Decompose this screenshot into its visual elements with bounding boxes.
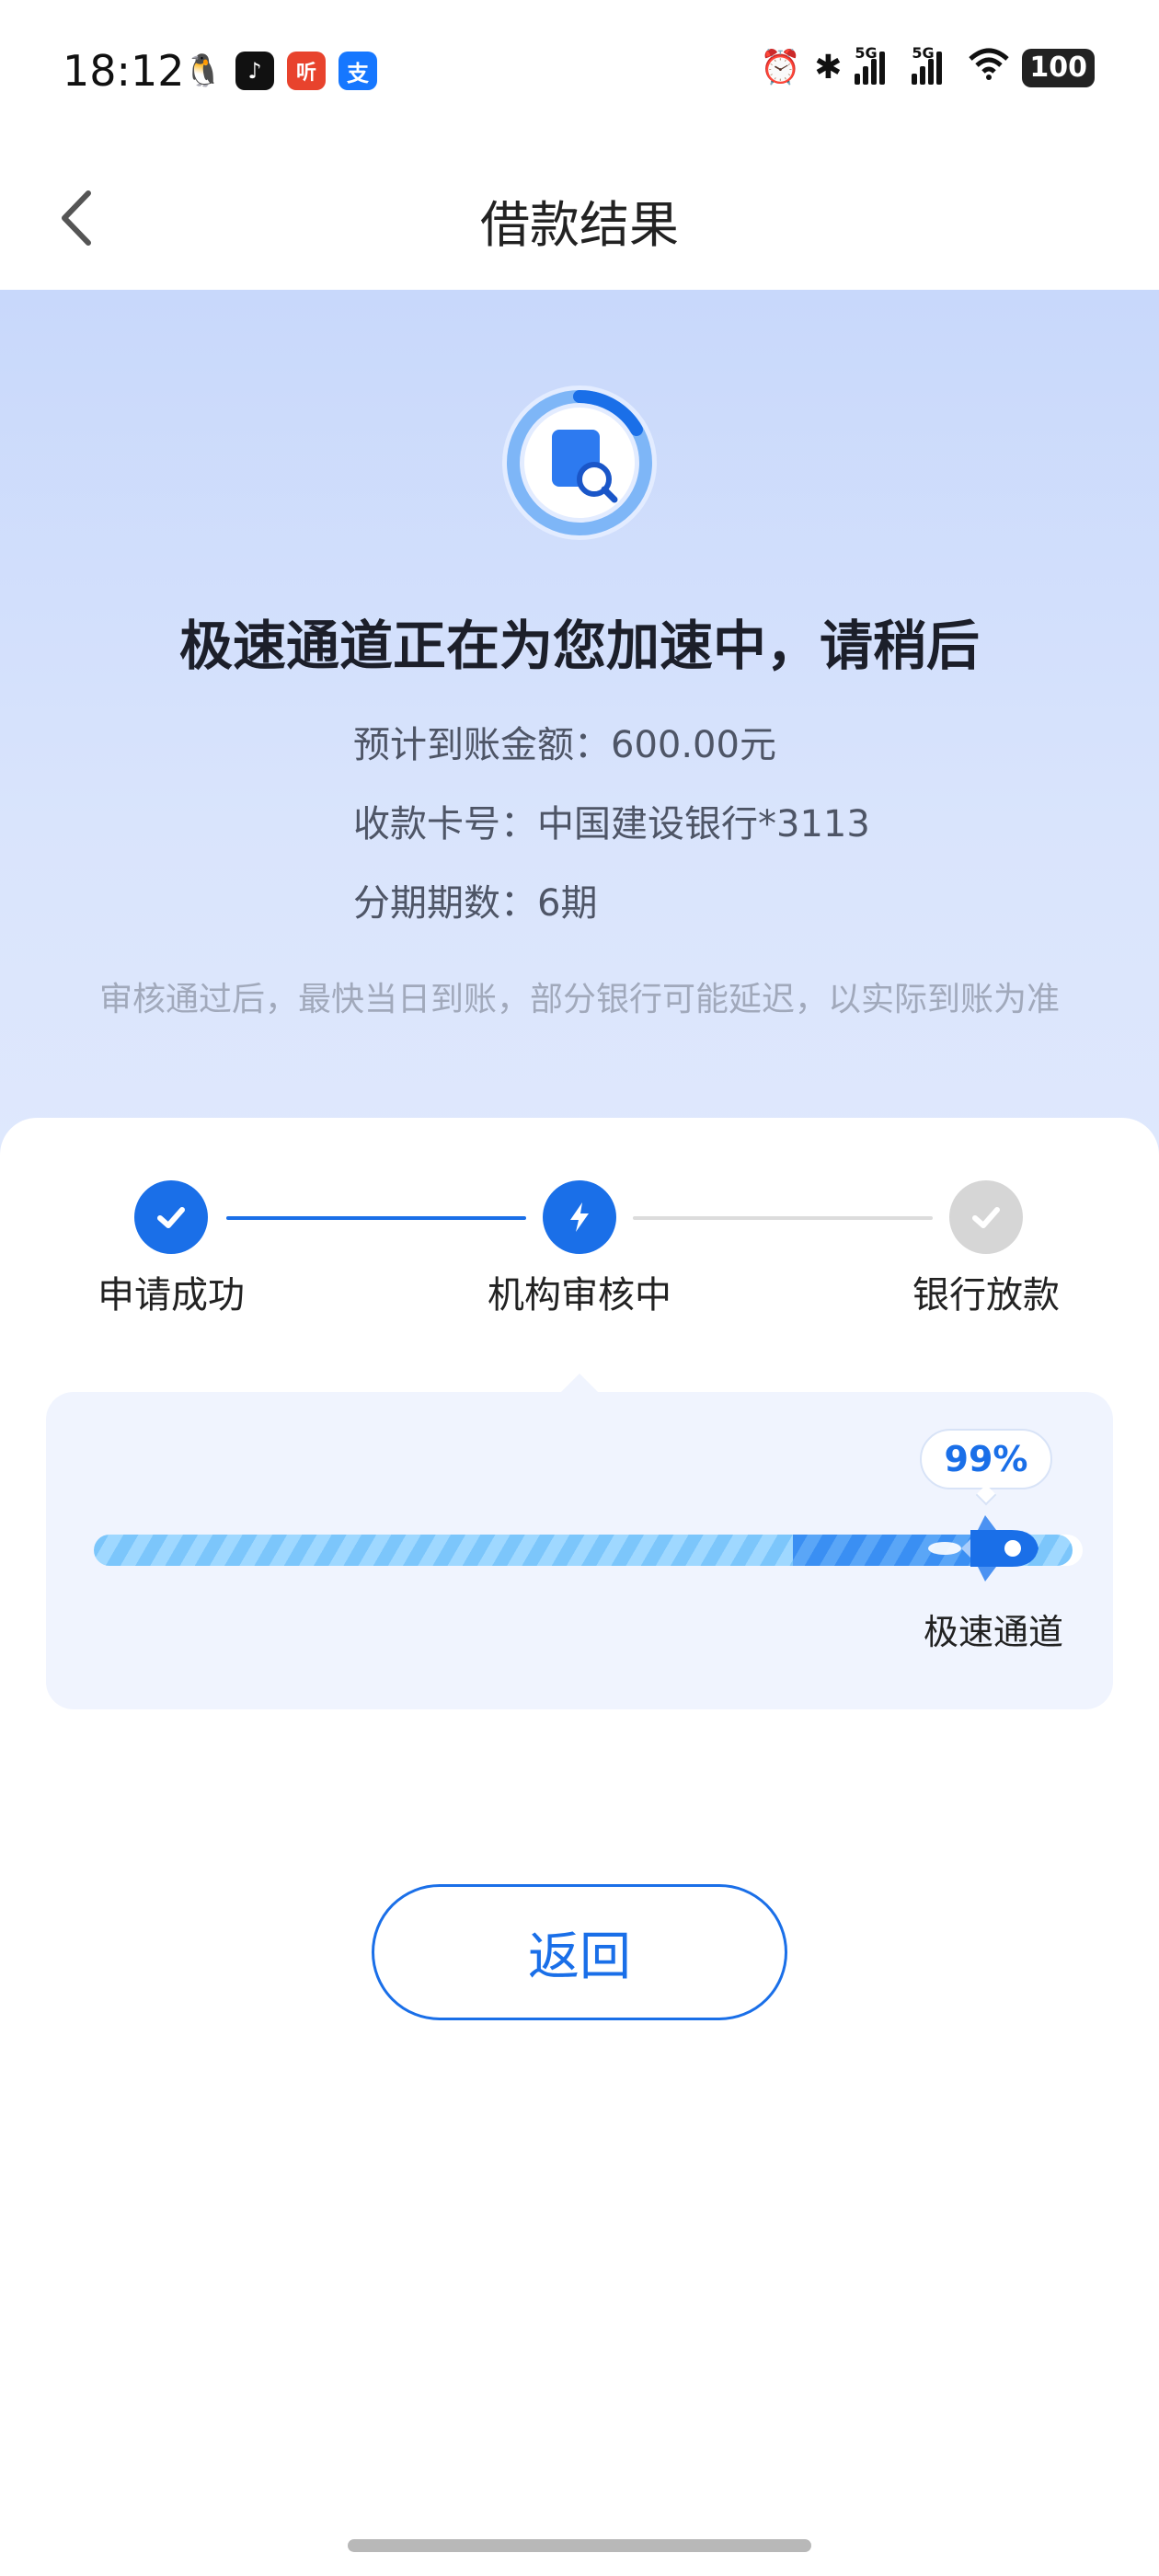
home-indicator[interactable]	[348, 2539, 811, 2552]
page-title: 借款结果	[480, 196, 679, 254]
ting-icon: 听	[287, 52, 326, 90]
signal-icon: 5G	[855, 44, 899, 85]
step-connector	[633, 1216, 933, 1220]
status-bar: 18:12 🐧 ♪ 听 支 ⏰ ✱ 5G 5G 100	[0, 0, 1159, 147]
arrival-note: 审核通过后，最快当日到账，部分银行可能延迟，以实际到账为准	[98, 981, 1060, 1018]
step-done-check-icon	[134, 1180, 208, 1254]
signal-label: 5G	[912, 43, 935, 62]
step-active-lightning-icon	[543, 1180, 616, 1254]
alarm-icon: ⏰	[760, 48, 802, 86]
tiktok-icon: ♪	[235, 52, 274, 90]
progress-panel: 99% 极速通道	[46, 1392, 1113, 1709]
result-hero: 极速通道正在为您加速中，请稍后 预计到账金额：600.00元 收款卡号：中国建设…	[0, 290, 1159, 1173]
system-icons: ⏰ ✱ 5G 5G 100	[760, 44, 1095, 87]
wifi-icon	[969, 48, 1010, 87]
signal-label: 5G	[855, 43, 878, 62]
progress-pointer	[559, 1374, 600, 1394]
expected-amount: 预计到账金额：600.00元	[353, 724, 776, 766]
status-title: 极速通道正在为您加速中，请稍后	[178, 615, 980, 677]
step-label: 银行放款	[912, 1274, 1060, 1317]
battery-icon: 100	[1022, 48, 1095, 87]
step-connector	[226, 1216, 526, 1220]
channel-label: 极速通道	[923, 1612, 1063, 1652]
return-button[interactable]: 返回	[372, 1884, 787, 2020]
bluetooth-icon: ✱	[814, 48, 843, 86]
step-label: 申请成功	[98, 1274, 245, 1317]
progress-percent: 99%	[920, 1429, 1052, 1489]
installment-count: 分期期数：6期	[353, 882, 598, 925]
receiving-card: 收款卡号：中国建设银行*3113	[353, 803, 870, 845]
review-icon	[499, 382, 660, 544]
step-pending-check-icon	[949, 1180, 1023, 1254]
step-indicator: 申请成功 机构审核中 银行放款	[0, 1118, 1159, 1339]
step-label: 机构审核中	[488, 1274, 671, 1317]
nav-bar: 借款结果	[0, 147, 1159, 290]
progress-card: 申请成功 机构审核中 银行放款 99% 极速通道 返回	[0, 1118, 1159, 2576]
notification-icons: 🐧 ♪ 听 支	[184, 52, 377, 90]
status-time: 18:12	[63, 46, 185, 96]
qq-icon: 🐧	[183, 52, 224, 89]
alipay-icon: 支	[339, 52, 377, 90]
signal-icon: 5G	[912, 44, 956, 85]
rocket-icon	[924, 1502, 1044, 1594]
